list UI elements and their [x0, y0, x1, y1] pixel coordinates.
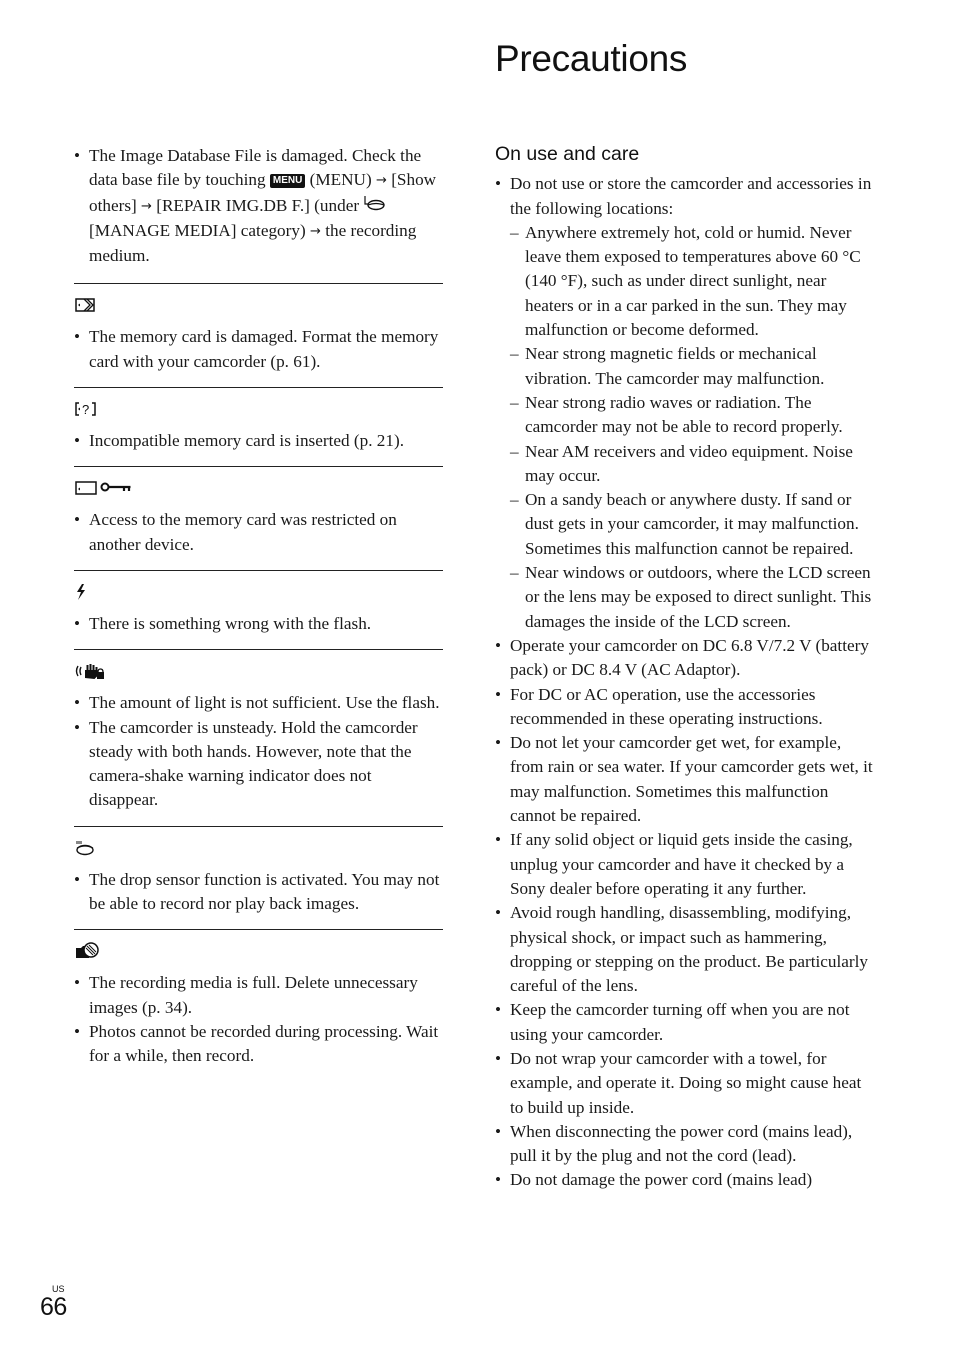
sub-list-item: Near strong magnetic fields or mechanica…: [510, 342, 875, 391]
warning-section: Access to the memory card was restricted…: [74, 466, 443, 570]
page-number: 66: [40, 1293, 67, 1321]
svg-text:?: ?: [82, 402, 89, 417]
media-full-icon: [74, 941, 102, 961]
sub-list-item: Anywhere extremely hot, cold or humid. N…: [510, 221, 875, 342]
list-item: Operate your camcorder on DC 6.8 V/7.2 V…: [495, 634, 875, 683]
list-item: The recording media is full. Delete unne…: [74, 971, 443, 1020]
list-item: Incompatible memory card is inserted (p.…: [74, 429, 443, 454]
intro-block: The Image Database File is damaged. Chec…: [74, 144, 443, 281]
section-heading: On use and care: [495, 143, 640, 165]
sub-list: Anywhere extremely hot, cold or humid. N…: [510, 221, 875, 634]
list-item: Avoid rough handling, disassembling, mod…: [495, 901, 875, 998]
left-column: The Image Database File is damaged. Chec…: [74, 144, 443, 1082]
list-item: If any solid object or liquid gets insid…: [495, 828, 875, 901]
menu-button-icon: MENU: [269, 174, 306, 189]
page-title: Precautions: [495, 38, 688, 79]
manage-media-icon: [363, 194, 387, 219]
warning-section: The recording media is full. Delete unne…: [74, 929, 443, 1081]
list-item: When disconnecting the power cord (mains…: [495, 1120, 875, 1169]
list-item: The Image Database File is damaged. Chec…: [74, 144, 443, 268]
camera-shake-icon: [74, 662, 110, 680]
sub-list-item: Near strong radio waves or radiation. Th…: [510, 391, 875, 440]
sub-list-item: On a sandy beach or anywhere dusty. If s…: [510, 488, 875, 561]
sub-list-item: Near AM receivers and video equipment. N…: [510, 440, 875, 489]
list-item: Photos cannot be recorded during process…: [74, 1020, 443, 1069]
drop-sensor-icon: [74, 839, 98, 857]
list-item: Do not use or store the camcorder and ac…: [495, 172, 875, 634]
warning-section: The drop sensor function is activated. Y…: [74, 825, 443, 930]
warning-section: ? Incompatible memory card is inserted (…: [74, 387, 443, 466]
list-item: The memory card is damaged. Format the m…: [74, 325, 443, 374]
list-item: Do not damage the power cord (mains lead…: [495, 1168, 875, 1193]
list-item: The drop sensor function is activated. Y…: [74, 868, 443, 917]
arrow-icon: →: [310, 223, 321, 239]
list-item: The camcorder is unsteady. Hold the camc…: [74, 716, 443, 813]
warning-section: The amount of light is not sufficient. U…: [74, 649, 443, 825]
list-item: The amount of light is not sufficient. U…: [74, 691, 443, 716]
precautions-list: Do not use or store the camcorder and ac…: [495, 172, 875, 1193]
right-column: On use and care Do not use or store the …: [495, 142, 875, 1193]
warning-section: There is something wrong with the flash.: [74, 569, 443, 649]
list-item: Do not let your camcorder get wet, for e…: [495, 731, 875, 828]
flash-warning-icon: [74, 583, 88, 601]
memory-card-damaged-icon: [74, 296, 98, 314]
warning-section: The memory card is damaged. Format the m…: [74, 283, 443, 387]
list-item: Do not wrap your camcorder with a towel,…: [495, 1047, 875, 1120]
arrow-icon: →: [141, 198, 152, 214]
list-item: For DC or AC operation, use the accessor…: [495, 683, 875, 732]
arrow-icon: →: [376, 173, 387, 189]
sub-list-item: Near windows or outdoors, where the LCD …: [510, 561, 875, 634]
list-item: Keep the camcorder turning off when you …: [495, 998, 875, 1047]
list-item: Access to the memory card was restricted…: [74, 508, 443, 557]
incompatible-card-icon: ?: [74, 400, 98, 418]
card-locked-key-icon: [74, 479, 134, 497]
list-item: There is something wrong with the flash.: [74, 612, 443, 637]
